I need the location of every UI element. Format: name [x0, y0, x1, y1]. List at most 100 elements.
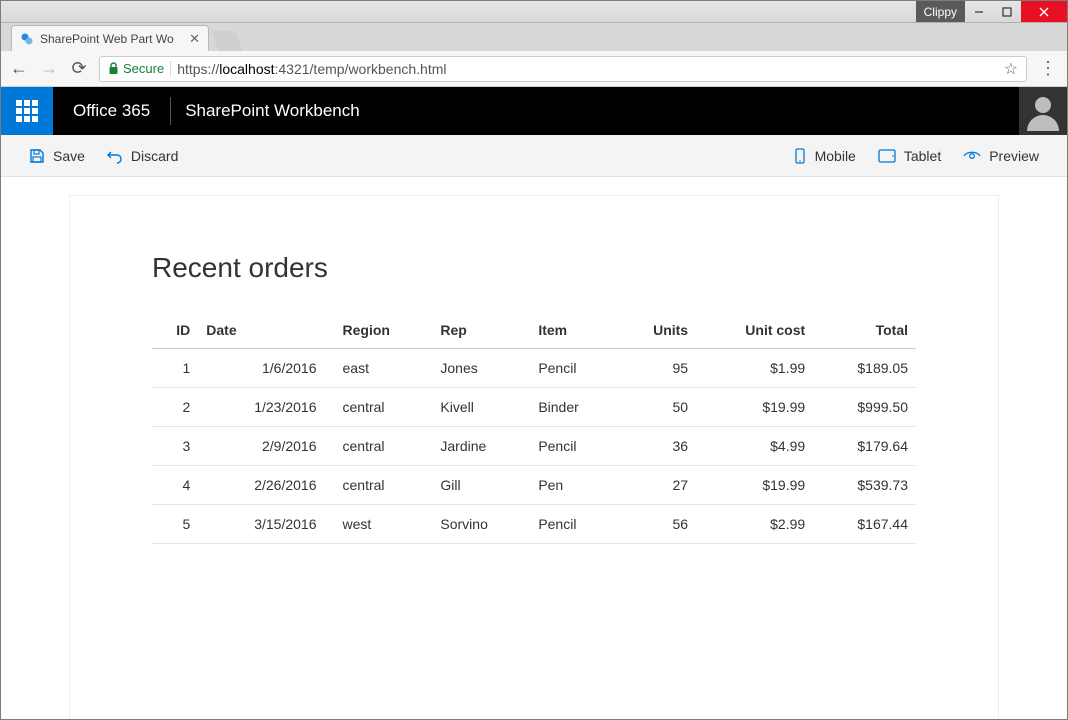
cell-region: east: [335, 349, 433, 388]
cell-id: 3: [152, 427, 198, 466]
col-rep: Rep: [432, 312, 530, 349]
cell-unitcost: $2.99: [696, 505, 813, 544]
cell-item: Pencil: [530, 505, 617, 544]
cell-id: 1: [152, 349, 198, 388]
tablet-button[interactable]: Tablet: [878, 148, 941, 164]
cell-region: west: [335, 505, 433, 544]
cell-unitcost: $1.99: [696, 349, 813, 388]
bookmark-star-icon[interactable]: ☆: [1004, 59, 1018, 79]
webpart-title: Recent orders: [152, 252, 916, 284]
discard-button[interactable]: Discard: [107, 148, 178, 164]
table-header-row: ID Date Region Rep Item Units Unit cost …: [152, 312, 916, 349]
cell-rep: Kivell: [432, 388, 530, 427]
col-item: Item: [530, 312, 617, 349]
cell-rep: Jones: [432, 349, 530, 388]
person-icon: [1023, 91, 1063, 131]
sharepoint-favicon: [20, 32, 34, 46]
cell-date: 2/9/2016: [198, 427, 334, 466]
cell-rep: Sorvino: [432, 505, 530, 544]
cell-date: 3/15/2016: [198, 505, 334, 544]
cell-total: $189.05: [813, 349, 916, 388]
browser-menu-button[interactable]: ⋮: [1037, 58, 1059, 79]
cell-region: central: [335, 427, 433, 466]
url-host: localhost: [219, 61, 274, 77]
address-bar[interactable]: Secure https://localhost:4321/temp/workb…: [99, 56, 1027, 82]
cell-units: 36: [617, 427, 696, 466]
cell-units: 56: [617, 505, 696, 544]
discard-label: Discard: [131, 148, 178, 164]
app-title: SharePoint Workbench: [171, 101, 374, 121]
save-button[interactable]: Save: [29, 148, 85, 164]
cell-id: 4: [152, 466, 198, 505]
back-button[interactable]: ←: [9, 58, 29, 79]
maximize-button[interactable]: [993, 1, 1021, 22]
mobile-label: Mobile: [815, 148, 856, 164]
cell-date: 1/6/2016: [198, 349, 334, 388]
save-icon: [29, 148, 45, 164]
mobile-button[interactable]: Mobile: [793, 148, 856, 164]
cell-date: 1/23/2016: [198, 388, 334, 427]
cell-units: 95: [617, 349, 696, 388]
cell-units: 50: [617, 388, 696, 427]
webpart: Recent orders ID Date Region Rep Item Un…: [69, 195, 999, 719]
cell-total: $539.73: [813, 466, 916, 505]
window: Clippy SharePoint Web Part Wo ✕ ← → ⟳: [0, 0, 1068, 720]
cell-total: $167.44: [813, 505, 916, 544]
table-row: 32/9/2016centralJardinePencil36$4.99$179…: [152, 427, 916, 466]
col-total: Total: [813, 312, 916, 349]
lock-icon: [108, 62, 119, 75]
col-date: Date: [198, 312, 334, 349]
cell-item: Pen: [530, 466, 617, 505]
cell-item: Pencil: [530, 349, 617, 388]
url-prefix: https://: [177, 61, 219, 77]
browser-tab[interactable]: SharePoint Web Part Wo ✕: [11, 25, 209, 51]
separator: [170, 61, 171, 77]
url-text: https://localhost:4321/temp/workbench.ht…: [177, 61, 446, 77]
cell-rep: Gill: [432, 466, 530, 505]
cell-rep: Jardine: [432, 427, 530, 466]
avatar[interactable]: [1019, 87, 1067, 135]
preview-button[interactable]: Preview: [963, 148, 1039, 164]
cell-item: Pencil: [530, 427, 617, 466]
reload-button[interactable]: ⟳: [69, 58, 89, 79]
cell-region: central: [335, 388, 433, 427]
table-row: 42/26/2016centralGillPen27$19.99$539.73: [152, 466, 916, 505]
table-row: 21/23/2016centralKivellBinder50$19.99$99…: [152, 388, 916, 427]
cell-total: $179.64: [813, 427, 916, 466]
waffle-icon: [16, 100, 38, 122]
cell-id: 2: [152, 388, 198, 427]
workbench-canvas: Recent orders ID Date Region Rep Item Un…: [1, 177, 1067, 719]
table-row: 53/15/2016westSorvinoPencil56$2.99$167.4…: [152, 505, 916, 544]
tab-close-icon[interactable]: ✕: [189, 31, 200, 47]
workbench-action-bar: Save Discard Mobile Tablet Preview: [1, 135, 1067, 177]
save-label: Save: [53, 148, 85, 164]
app-launcher-button[interactable]: [1, 87, 53, 135]
cell-total: $999.50: [813, 388, 916, 427]
preview-label: Preview: [989, 148, 1039, 164]
suite-header: Office 365 SharePoint Workbench: [1, 87, 1067, 135]
col-id: ID: [152, 312, 198, 349]
preview-eye-icon: [963, 149, 981, 163]
cell-unitcost: $19.99: [696, 388, 813, 427]
minimize-button[interactable]: [965, 1, 993, 22]
os-titlebar: Clippy: [1, 1, 1067, 23]
secure-indicator: Secure: [108, 61, 164, 76]
secure-label: Secure: [123, 61, 164, 76]
col-units: Units: [617, 312, 696, 349]
forward-button[interactable]: →: [39, 58, 59, 79]
table-row: 11/6/2016eastJonesPencil95$1.99$189.05: [152, 349, 916, 388]
brand-label: Office 365: [53, 101, 170, 121]
orders-table: ID Date Region Rep Item Units Unit cost …: [152, 312, 916, 544]
undo-icon: [107, 148, 123, 164]
cell-unitcost: $4.99: [696, 427, 813, 466]
col-unitcost: Unit cost: [696, 312, 813, 349]
url-rest: :4321/temp/workbench.html: [275, 61, 447, 77]
cell-date: 2/26/2016: [198, 466, 334, 505]
close-button[interactable]: [1021, 1, 1067, 22]
clippy-label: Clippy: [916, 1, 965, 22]
browser-tab-strip: SharePoint Web Part Wo ✕: [1, 23, 1067, 51]
cell-region: central: [335, 466, 433, 505]
cell-item: Binder: [530, 388, 617, 427]
new-tab-button[interactable]: [211, 31, 242, 51]
cell-id: 5: [152, 505, 198, 544]
